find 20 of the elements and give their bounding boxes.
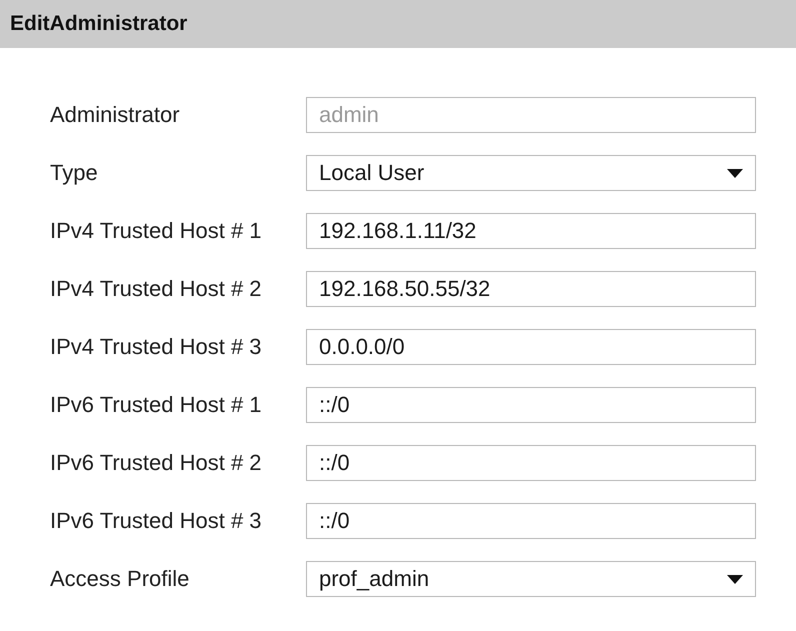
input-field[interactable]: 0.0.0.0/0 [306, 329, 756, 365]
field-label: Type [50, 160, 99, 186]
field-label: IPv6 Trusted Host # 3 [50, 508, 263, 534]
input-field[interactable]: ::/0 [306, 503, 756, 539]
dialog-title: EditAdministrator [10, 12, 188, 36]
caret-icon [727, 168, 743, 178]
field-label: IPv4 Trusted Host # 3 [50, 334, 263, 360]
input-field[interactable]: ::/0 [306, 445, 756, 481]
field-label: IPv6 Trusted Host # 1 [50, 392, 263, 418]
dropdown-field[interactable]: Local User [306, 155, 756, 191]
field-label: IPv6 Trusted Host # 2 [50, 450, 263, 476]
field-label: Access Profile [50, 566, 190, 592]
field-label: IPv4 Trusted Host # 2 [50, 276, 263, 302]
field-label: Administrator [50, 102, 181, 128]
input-field[interactable]: 192.168.1.11/32 [306, 213, 756, 249]
field-label: IPv4 Trusted Host # 1 [50, 218, 263, 244]
caret-icon [727, 574, 743, 584]
dropdown-field[interactable]: prof_admin [306, 561, 756, 597]
input-field[interactable]: 192.168.50.55/32 [306, 271, 756, 307]
input-field[interactable]: ::/0 [306, 387, 756, 423]
